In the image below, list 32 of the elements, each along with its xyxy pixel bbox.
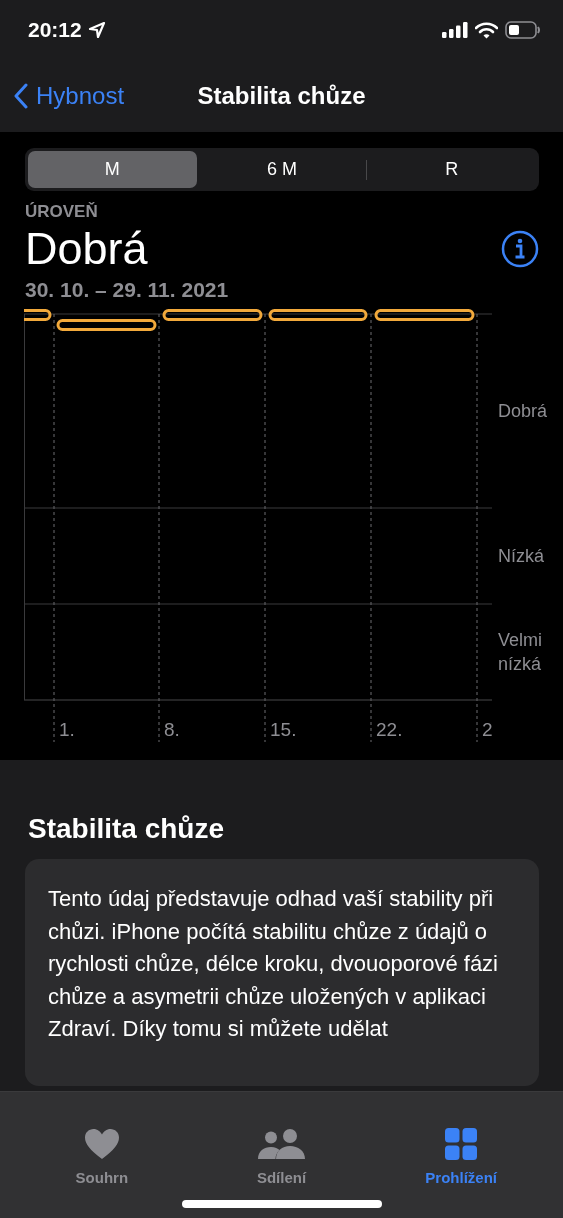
level-caption: ÚROVEŇ: [25, 202, 99, 222]
battery-icon: [505, 21, 541, 39]
period-tab[interactable]: 6 M: [197, 151, 367, 188]
heart-icon: [83, 1128, 120, 1160]
status-time: 20:12: [28, 18, 82, 42]
axis-label: 8.: [164, 719, 180, 740]
grid-icon: [445, 1128, 478, 1160]
location-arrow-icon: [87, 21, 106, 39]
tab-bar-item[interactable]: Souhrn: [12, 1114, 192, 1186]
level-value: Dobrá: [25, 223, 148, 275]
description-text: Tento údaj představuje odhad vaší stability při chůzi. iPhone počítá stabilitu chůze z údajů o rychlosti chůze, délce kroku, dvouoporové fázi chůze a asymetrii chůze uložených v aplikaci Zdraví. Díky tomu si můžete udělat: [48, 885, 499, 1043]
back-button[interactable]: Hybnost: [14, 82, 125, 110]
signal-icon: [442, 22, 468, 38]
axis-label: Velmi nízká: [498, 629, 543, 676]
chevron-left-icon: [14, 83, 28, 109]
date-range: 30. 10. – 29. 11. 2021: [25, 278, 230, 302]
section-heading: Stabilita chůze: [28, 812, 226, 846]
axis-label: 15.: [270, 719, 297, 740]
axis-label: 22.: [376, 719, 403, 740]
wifi-icon: [475, 21, 498, 39]
tab-bar-item[interactable]: Prohlížení: [371, 1114, 551, 1186]
axis-label: Dobrá: [498, 400, 548, 423]
period-tab[interactable]: M: [28, 151, 197, 188]
screen-title: Stabilita chůze: [197, 82, 366, 110]
axis-label: Nízká: [498, 545, 544, 568]
axis-label: 2: [482, 719, 492, 740]
people-icon: [257, 1128, 306, 1160]
period-tab[interactable]: R: [367, 151, 536, 188]
tab-bar-item[interactable]: Sdílení: [191, 1114, 372, 1186]
axis-label: 1.: [59, 719, 75, 740]
range-capsule: [24, 309, 52, 321]
info-icon[interactable]: [501, 230, 539, 268]
